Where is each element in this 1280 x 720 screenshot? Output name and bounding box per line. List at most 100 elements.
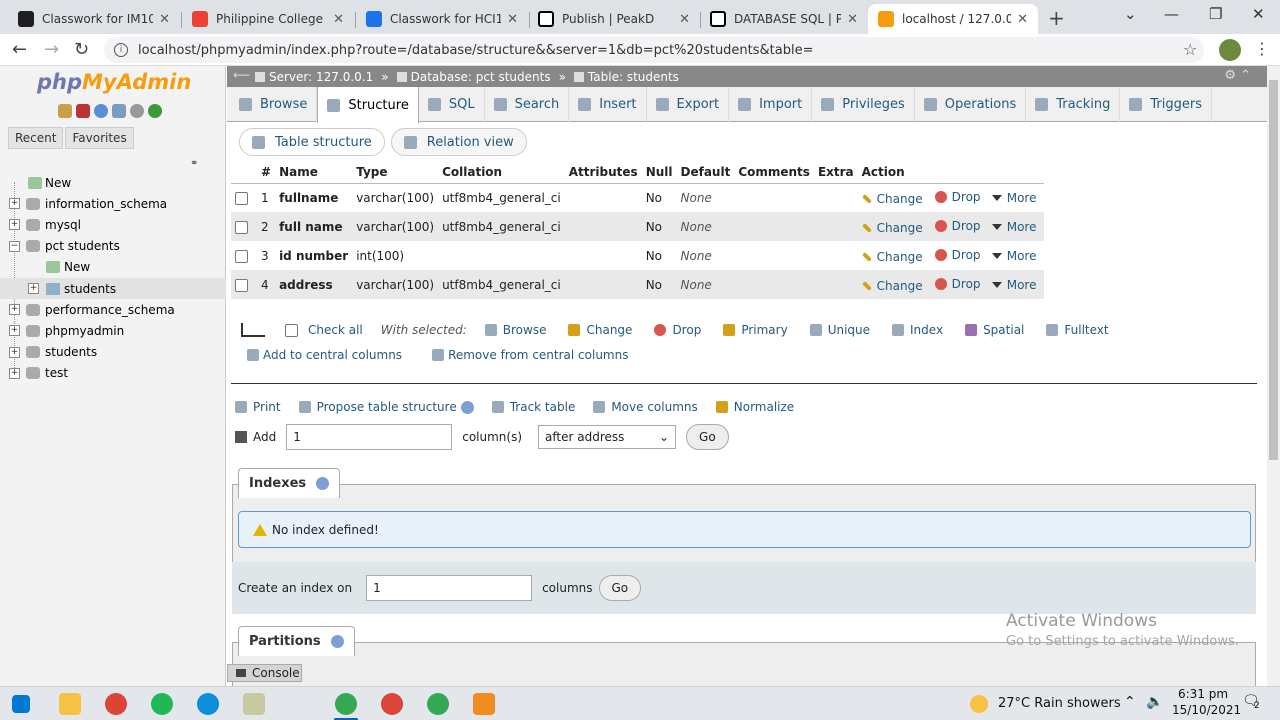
tree-item-pct-students[interactable]: − pct students — [0, 236, 226, 257]
drop-column-link[interactable]: Drop — [934, 248, 981, 262]
change-column-link[interactable]: Change — [861, 221, 923, 235]
chrome-profile-icon[interactable] — [381, 693, 403, 715]
browser-tab-4[interactable]: Publish | PeakD ✕ — [528, 4, 700, 34]
logout-icon[interactable] — [76, 104, 90, 118]
drop-column-link[interactable]: Drop — [934, 219, 981, 233]
header-type[interactable]: Type — [352, 162, 439, 183]
tree-item-phpmyadmin[interactable]: + phpmyadmin — [0, 320, 226, 341]
check-all-label[interactable]: Check all — [308, 323, 363, 337]
console-toggle[interactable]: Console — [227, 664, 302, 682]
tree-item-students-table[interactable]: + students — [0, 277, 226, 300]
browser-tab-3[interactable]: Classwork for HCI102 I ✕ — [356, 4, 528, 34]
edge-icon[interactable] — [197, 693, 219, 715]
browser-tab-6[interactable]: localhost / 127.0.0.1 / ✕ — [868, 4, 1038, 34]
header-default[interactable]: Default — [676, 162, 735, 183]
browser-menu-icon[interactable]: ⋮ — [1254, 39, 1270, 58]
change-column-link[interactable]: Change — [861, 279, 923, 293]
add-columns-count-input[interactable]: 1 — [286, 424, 453, 450]
breadcrumb-server[interactable]: Server: 127.0.0.1 — [255, 70, 373, 84]
tree-item-information-schema[interactable]: + information_schema — [0, 193, 226, 214]
move-columns-link[interactable]: Move columns — [593, 400, 698, 414]
help-icon[interactable] — [460, 400, 474, 414]
forward-icon[interactable]: → — [44, 39, 59, 60]
row-checkbox[interactable] — [235, 278, 248, 292]
bulk-change-button[interactable]: Change — [568, 323, 632, 337]
docs-icon[interactable] — [112, 104, 126, 118]
tab-insert[interactable]: Insert — [569, 87, 647, 122]
back-icon[interactable]: ← — [12, 39, 27, 60]
drop-column-link[interactable]: Drop — [934, 190, 981, 204]
more-actions-dropdown[interactable]: More — [991, 249, 1036, 263]
header-extra[interactable]: Extra — [813, 162, 858, 183]
change-column-link[interactable]: Change — [861, 250, 923, 264]
tab-import[interactable]: Import — [729, 87, 813, 122]
maximize-icon[interactable]: ❐ — [1209, 5, 1222, 23]
help-icon[interactable] — [330, 635, 344, 648]
collapse-icon[interactable]: − — [9, 240, 20, 252]
column-position-select[interactable]: after address ⌄ — [538, 425, 677, 449]
row-checkbox[interactable] — [235, 191, 248, 205]
more-actions-dropdown[interactable]: More — [991, 191, 1036, 205]
chevron-up-icon[interactable]: ⌃ — [1124, 694, 1136, 710]
track-table-link[interactable]: Track table — [491, 400, 575, 414]
page-scrollbar[interactable] — [1267, 66, 1280, 686]
chrome-profile-icon[interactable] — [335, 693, 357, 715]
bulk-fulltext-button[interactable]: Fulltext — [1046, 323, 1109, 337]
row-checkbox[interactable] — [235, 249, 248, 263]
header-collation[interactable]: Collation — [438, 162, 565, 183]
browser-tab-1[interactable]: Classwork for IM101 D ✕ — [8, 4, 180, 34]
expand-icon[interactable]: + — [28, 283, 39, 295]
create-index-columns-input[interactable]: 1 — [366, 575, 533, 601]
tree-item-new-table[interactable]: New — [0, 257, 226, 278]
tab-search[interactable]: Search — [485, 87, 570, 122]
tab-relation-view[interactable]: Relation view — [390, 128, 527, 156]
browser-tab-2[interactable]: Philippine College of T ✕ — [182, 4, 354, 34]
windows-start-icon[interactable] — [12, 695, 30, 713]
weather-text[interactable]: 27°C Rain showers — [998, 696, 1121, 711]
add-to-central-columns-link[interactable]: Add to central columns — [247, 348, 402, 362]
close-tab-icon[interactable]: ✕ — [679, 12, 690, 27]
tab-triggers[interactable]: Triggers — [1120, 87, 1212, 122]
weather-icon[interactable] — [970, 695, 988, 713]
normalize-link[interactable]: Normalize — [715, 400, 794, 414]
breadcrumb-database[interactable]: Database: pct students — [396, 70, 551, 84]
tree-item-mysql[interactable]: + mysql — [0, 214, 226, 235]
help-icon[interactable] — [94, 104, 108, 118]
print-link[interactable]: Print — [235, 400, 281, 414]
check-all-checkbox[interactable] — [285, 323, 298, 337]
profile-avatar[interactable] — [1219, 39, 1241, 61]
home-icon[interactable] — [58, 104, 72, 118]
tree-item-students[interactable]: + students — [0, 342, 226, 363]
clock-time[interactable]: 6:31 pm — [1178, 687, 1228, 701]
scrollbar-thumb[interactable] — [1269, 80, 1278, 460]
tab-table-structure[interactable]: Table structure — [239, 128, 385, 156]
bulk-primary-button[interactable]: Primary — [723, 323, 788, 337]
chrome-icon[interactable] — [105, 693, 127, 715]
clock-date[interactable]: 15/10/2021 — [1172, 703, 1241, 717]
create-index-go-button[interactable]: Go — [598, 575, 642, 601]
settings-gear-icon[interactable] — [130, 104, 144, 118]
header-attributes[interactable]: Attributes — [564, 162, 642, 183]
bulk-spatial-button[interactable]: Spatial — [965, 323, 1024, 337]
header-name[interactable]: Name — [275, 162, 353, 183]
chrome-profile-icon[interactable] — [427, 693, 449, 715]
bulk-drop-button[interactable]: Drop — [654, 323, 701, 337]
expand-icon[interactable]: + — [9, 367, 20, 379]
bulk-index-button[interactable]: Index — [892, 323, 943, 337]
row-checkbox[interactable] — [235, 220, 248, 234]
expand-icon[interactable]: + — [9, 325, 20, 337]
reload-navigation-icon[interactable] — [148, 104, 162, 118]
page-settings-icon[interactable]: ⚙ ⌃ — [1224, 68, 1251, 83]
drop-column-link[interactable]: Drop — [934, 277, 981, 291]
link-with-main-icon[interactable]: ⚭ — [190, 158, 198, 169]
new-tab-button[interactable]: + — [1048, 6, 1065, 30]
header-null[interactable]: Null — [641, 162, 677, 183]
tab-export[interactable]: Export — [647, 87, 730, 122]
browser-tab-5[interactable]: DATABASE SQL | PeakD ✕ — [700, 4, 868, 34]
breadcrumb-table[interactable]: Table: students — [573, 70, 679, 84]
bulk-unique-button[interactable]: Unique — [809, 323, 870, 337]
expand-icon[interactable]: + — [9, 346, 20, 358]
close-tab-icon[interactable]: ✕ — [507, 12, 518, 27]
expand-icon[interactable]: + — [9, 219, 20, 231]
volume-icon[interactable]: 🔈 — [1146, 694, 1163, 710]
